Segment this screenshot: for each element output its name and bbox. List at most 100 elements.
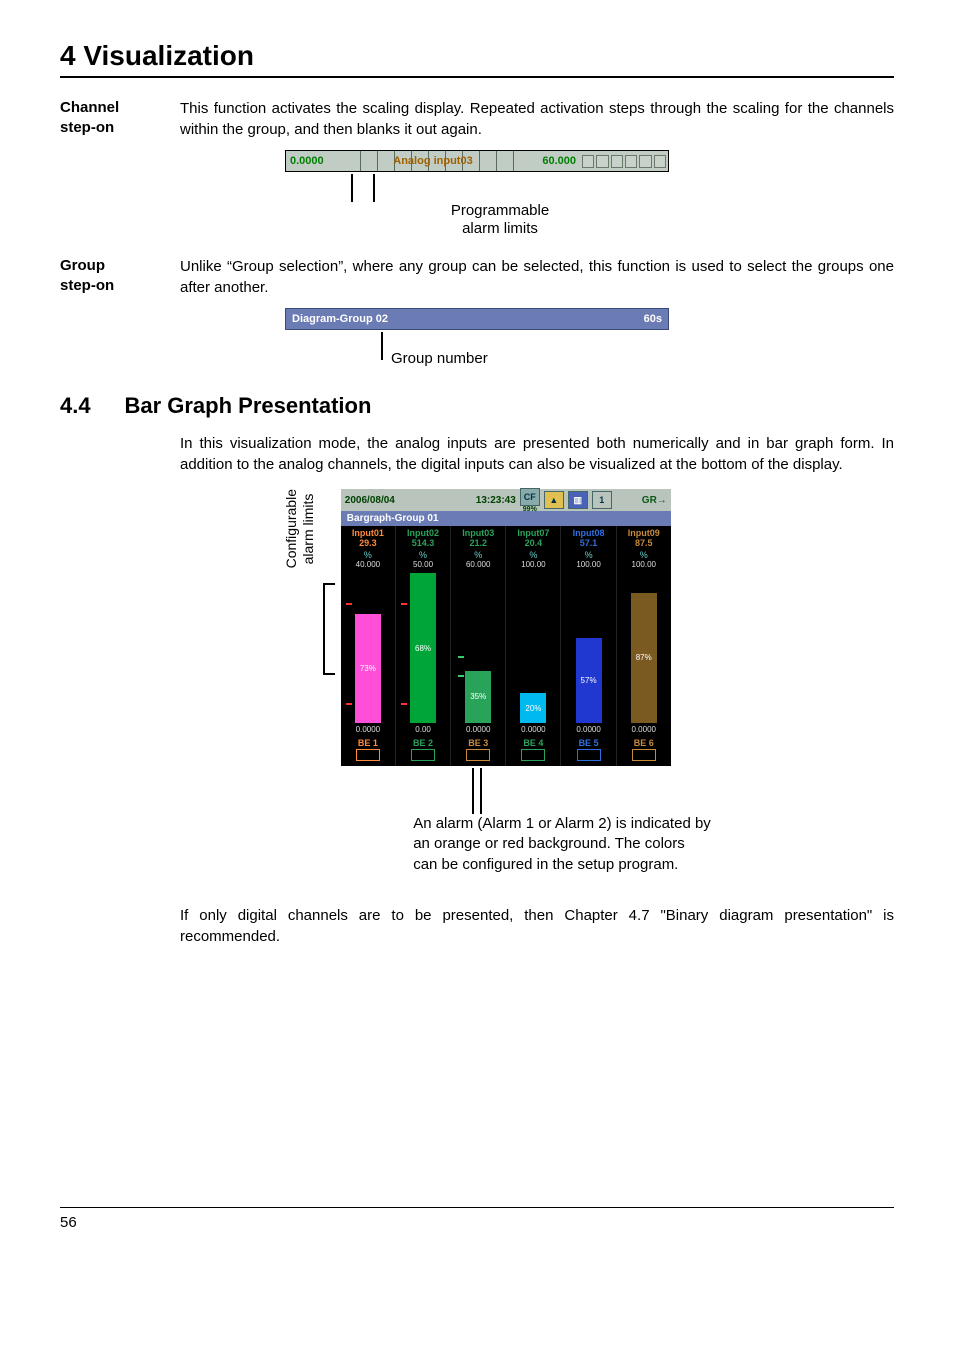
channel-max: 50.00 bbox=[413, 560, 433, 569]
alarm-annotation: An alarm (Alarm 1 or Alarm 2) is indicat… bbox=[413, 814, 711, 875]
cf-pct: 99% bbox=[523, 506, 537, 513]
vlabel-l1: Configurable bbox=[283, 489, 299, 568]
be-name: BE 1 bbox=[341, 738, 395, 748]
bar-column: Input0720.4%100.00 20% 0.0000 bbox=[506, 526, 561, 736]
shot-date: 2006/08/04 bbox=[345, 495, 395, 506]
binary-channel: BE 2 bbox=[396, 736, 451, 766]
channel-name: Input08 bbox=[573, 528, 605, 538]
group-stepon-text: Unlike “Group selection”, where any grou… bbox=[180, 256, 894, 298]
leader-line bbox=[381, 332, 383, 360]
be-name: BE 3 bbox=[451, 738, 505, 748]
channel-max: 40.000 bbox=[356, 560, 380, 569]
chapter-rule bbox=[60, 76, 894, 78]
alarm-box-icon bbox=[654, 155, 666, 168]
scale-figure: 0.0000 Analog input03 60.000 Programmabl… bbox=[285, 150, 669, 238]
scale-channel-name: Analog input03 bbox=[344, 151, 522, 171]
bar-fill: 73% bbox=[355, 614, 381, 724]
bar-column: Input0321.2%60.00035%0.0000 bbox=[451, 526, 506, 736]
channel-name: Input03 bbox=[462, 528, 494, 538]
channel-name: Input07 bbox=[517, 528, 549, 538]
be-state-icon bbox=[356, 749, 380, 761]
gr-button[interactable]: GR→ bbox=[642, 495, 667, 506]
binary-channel: BE 3 bbox=[451, 736, 506, 766]
leader-line bbox=[373, 174, 375, 202]
be-state-icon bbox=[466, 749, 490, 761]
blank-icon bbox=[616, 492, 638, 508]
channel-stepon-text: This function activates the scaling disp… bbox=[180, 98, 894, 140]
bar-fill: 20% bbox=[520, 693, 546, 723]
channel-min: 0.0000 bbox=[632, 725, 656, 734]
shot-group-title: Bargraph-Group 01 bbox=[341, 511, 671, 526]
section-number: 4.4 bbox=[60, 393, 120, 419]
bar-column: Input0129.3%40.000 73%0.0000 bbox=[341, 526, 396, 736]
be-name: BE 2 bbox=[396, 738, 450, 748]
bracket-icon bbox=[323, 583, 335, 675]
bar-column: Input02514.3%50.0068%0.00 bbox=[396, 526, 451, 736]
bar-column: Input0987.5%100.0087%0.0000 bbox=[617, 526, 671, 736]
alarm-icon[interactable]: ▲ bbox=[544, 491, 564, 509]
channel-unit: % bbox=[529, 550, 537, 560]
shot-time: 13:23:43 bbox=[476, 495, 516, 506]
channel-max: 60.000 bbox=[466, 560, 490, 569]
channel-name: Input01 bbox=[352, 528, 384, 538]
be-state-icon bbox=[411, 749, 435, 761]
leader-line bbox=[351, 174, 353, 202]
shot-vertical-label: Configurable alarm limits bbox=[283, 489, 317, 638]
vlabel-l2: alarm limits bbox=[300, 493, 316, 564]
be-state-icon bbox=[577, 749, 601, 761]
side-stepon: step-on bbox=[60, 119, 114, 136]
channel-min: 0.0000 bbox=[576, 725, 600, 734]
group-figure: Diagram-Group 02 60s Group number bbox=[285, 308, 669, 360]
scale-zero: 0.0000 bbox=[286, 151, 344, 171]
page-icon[interactable]: 1 bbox=[592, 491, 612, 509]
channel-min: 0.0000 bbox=[356, 725, 380, 734]
channel-unit: % bbox=[364, 550, 372, 560]
group-pointer-label: Group number bbox=[391, 350, 488, 367]
scale-caption-l1: Programmable bbox=[451, 202, 549, 219]
side-group-stepon: Group step-on bbox=[60, 256, 180, 298]
side-channel-stepon: Channel step-on bbox=[60, 98, 180, 140]
leader-line bbox=[472, 768, 474, 814]
view-icon[interactable]: ▥ bbox=[568, 491, 588, 509]
scale-max: 60.000 bbox=[522, 151, 580, 171]
channel-unit: % bbox=[474, 550, 482, 560]
alarm-box-icon bbox=[639, 155, 651, 168]
channel-min: 0.0000 bbox=[521, 725, 545, 734]
be-name: BE 6 bbox=[617, 738, 671, 748]
binary-channel: BE 4 bbox=[506, 736, 561, 766]
bar-fill: 87% bbox=[631, 593, 657, 724]
channel-max: 100.00 bbox=[521, 560, 545, 569]
scale-caption: Programmable alarm limits bbox=[331, 202, 669, 238]
be-state-icon bbox=[521, 749, 545, 761]
annot-l3: can be configured in the setup program. bbox=[413, 856, 678, 873]
section-title: Bar Graph Presentation bbox=[124, 393, 371, 418]
annot-l1: An alarm (Alarm 1 or Alarm 2) is indicat… bbox=[413, 815, 711, 832]
alarm-box-icon bbox=[596, 155, 608, 168]
bar-column: Input0857.1%100.0057%0.0000 bbox=[561, 526, 616, 736]
channel-unit: % bbox=[419, 550, 427, 560]
channel-max: 100.00 bbox=[576, 560, 600, 569]
side-group: Group bbox=[60, 257, 105, 274]
bar-fill: 57% bbox=[576, 638, 602, 724]
channel-value: 20.4 bbox=[525, 538, 543, 548]
binary-channel: BE 5 bbox=[561, 736, 616, 766]
channel-value: 29.3 bbox=[359, 538, 377, 548]
annot-l2: an orange or red background. The colors bbox=[413, 835, 685, 852]
channel-value: 57.1 bbox=[580, 538, 598, 548]
channel-value: 21.2 bbox=[469, 538, 487, 548]
group-strip-title: Diagram-Group 02 bbox=[292, 313, 388, 325]
cf-icon[interactable]: CF bbox=[520, 488, 540, 506]
alarm-box-icon bbox=[611, 155, 623, 168]
chapter-title: 4 Visualization bbox=[60, 40, 894, 72]
scale-alarm-boxes bbox=[580, 151, 668, 171]
binary-channel: BE 1 bbox=[341, 736, 396, 766]
closing-text: If only digital channels are to be prese… bbox=[180, 905, 894, 947]
side-channel: Channel bbox=[60, 99, 119, 116]
channel-value: 87.5 bbox=[635, 538, 653, 548]
alarm-box-icon bbox=[625, 155, 637, 168]
channel-name: Input09 bbox=[628, 528, 660, 538]
be-name: BE 5 bbox=[561, 738, 615, 748]
binary-channel: BE 6 bbox=[617, 736, 671, 766]
page-number: 56 bbox=[60, 1214, 77, 1231]
side-stepon2: step-on bbox=[60, 277, 114, 294]
